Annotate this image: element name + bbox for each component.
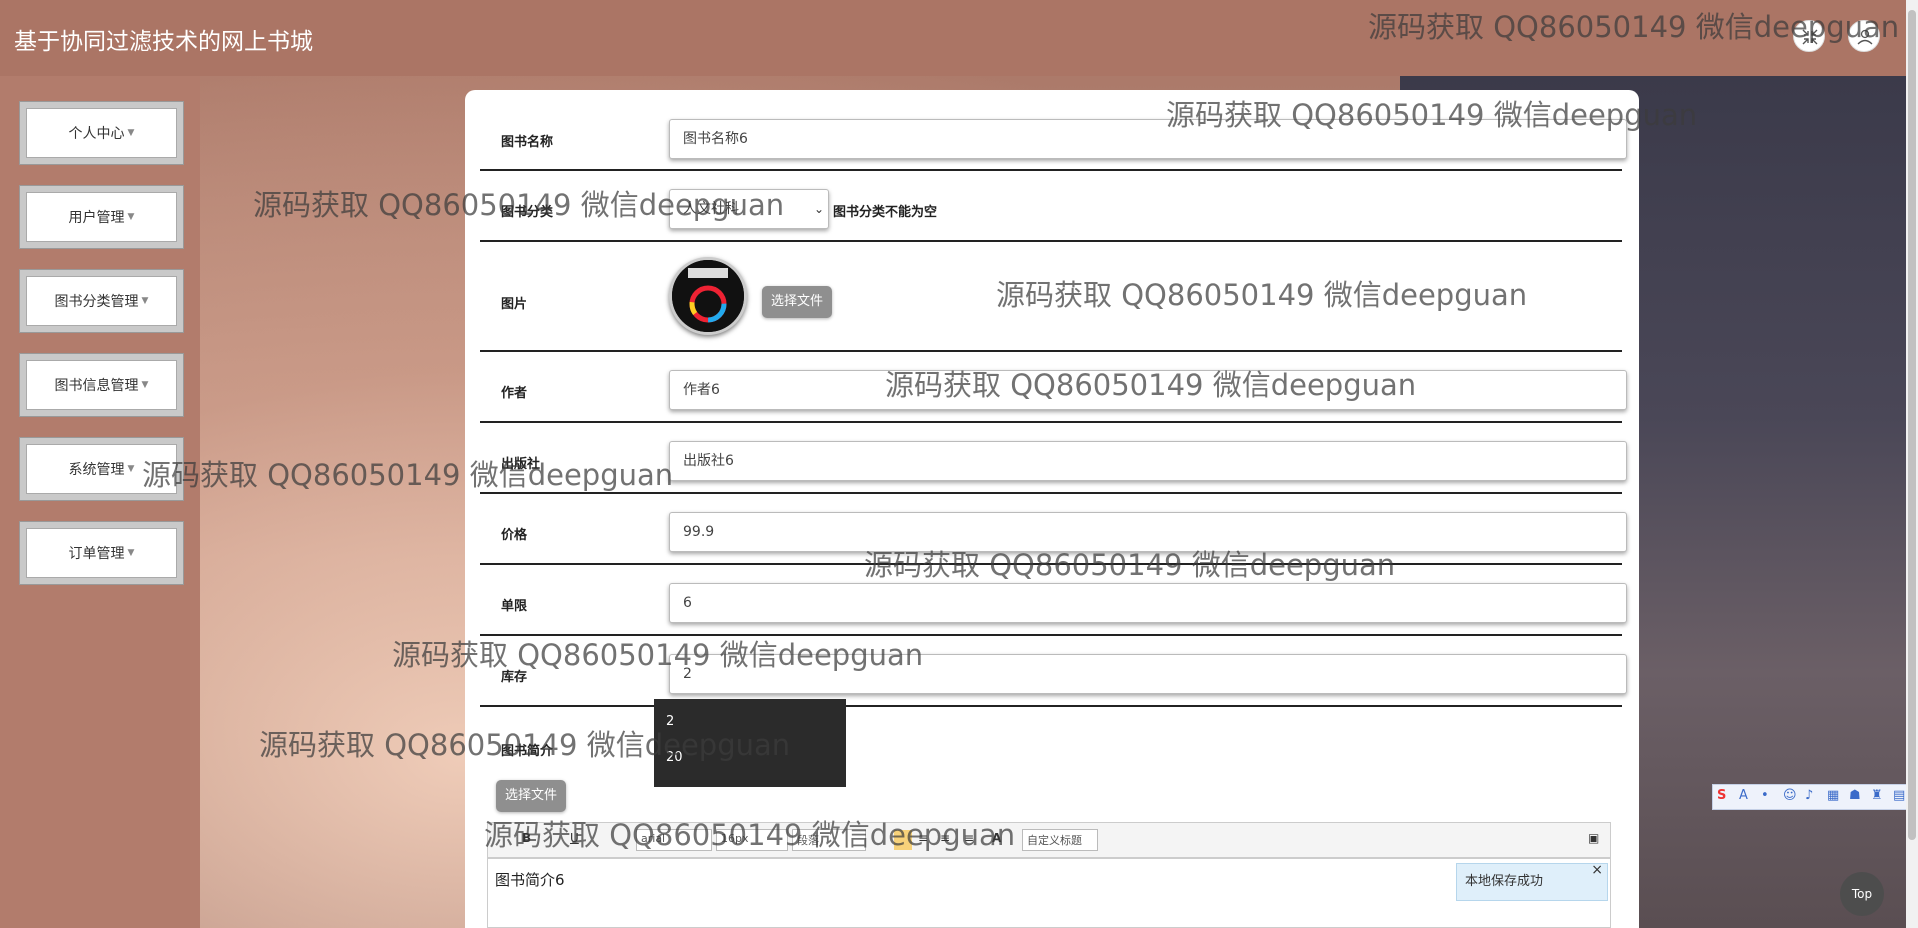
font-color-icon[interactable]: A [992,831,1001,845]
label-intro: 图书简介 [501,744,554,759]
sidebar-item-category-management[interactable]: 图书分类管理 ▼ [20,270,183,332]
row-limit: 单限 6 [480,565,1627,636]
caret-down-icon: ▼ [127,128,135,138]
choose-image-button[interactable]: 选择文件 [762,286,833,318]
price-input[interactable]: 99.9 [669,512,1627,552]
align-right-icon[interactable]: ≡ [964,831,974,845]
autocomplete-option[interactable]: 2 [666,714,834,750]
sogou-icon[interactable]: S [1717,788,1726,803]
ime-user-icon[interactable]: ☗ [1849,788,1861,803]
stock-autocomplete: 2 20 [654,699,846,787]
category-error: 图书分类不能为空 [833,205,938,220]
ime-skin-icon[interactable]: ♜ [1871,788,1883,803]
publisher-input[interactable]: 出版社6 [669,441,1627,481]
paragraph-select[interactable]: 段落 [792,829,866,851]
sidebar-item-personal-center[interactable]: 个人中心 ▼ [20,102,183,164]
book-cover-image [669,257,747,335]
ime-menu-icon[interactable]: ▤ [1893,788,1905,803]
editor-toolbar: B U arial 16px 段落 ≡ ≡ ≡ A 自定义标题 ▣ [487,822,1611,858]
ime-mic-icon[interactable]: ♪ [1805,788,1813,803]
book-name-input[interactable]: 图书名称6 [669,119,1627,159]
sidebar-item-user-management[interactable]: 用户管理 ▼ [20,186,183,248]
autocomplete-option[interactable]: 20 [666,750,834,786]
label-image: 图片 [501,297,528,312]
app-title: 基于协同过滤技术的网上书城 [14,29,313,55]
row-publisher: 出版社 出版社6 [480,423,1627,494]
row-category: 图书分类 人文社科 ⌄ 图书分类不能为空 [480,171,1622,242]
limit-input[interactable]: 6 [669,583,1627,623]
author-input[interactable]: 作者6 [669,370,1627,410]
font-size-select[interactable]: 16px [716,829,788,851]
label-author: 作者 [501,386,528,401]
row-book-name: 图书名称 图书名称6 [480,90,1627,171]
label-book-name: 图书名称 [501,135,554,150]
row-price: 价格 99.9 [480,494,1627,565]
font-family-select[interactable]: arial [636,829,712,851]
caret-down-icon: ▼ [127,212,135,222]
caret-down-icon: ▼ [141,380,149,390]
ime-keyboard-icon[interactable]: ▦ [1827,788,1839,803]
close-icon[interactable]: × [1591,852,1603,888]
fullscreen-exit-icon[interactable] [1793,20,1825,52]
underline-icon[interactable]: U [570,831,579,845]
editor-body[interactable]: 图书简介6 本地保存成功 × [487,858,1611,928]
choose-intro-file-button[interactable]: 选择文件 [496,780,567,812]
save-toast: 本地保存成功 × [1456,862,1608,901]
sidebar-item-order-management[interactable]: 订单管理 ▼ [20,522,183,584]
sidebar-item-book-management[interactable]: 图书信息管理 ▼ [20,354,183,416]
caret-down-icon: ▼ [127,548,135,558]
fullscreen-icon[interactable]: ▣ [1588,831,1599,845]
bold-icon[interactable]: B [522,831,531,845]
back-to-top-button[interactable]: Top [1840,872,1884,916]
sidebar: 个人中心 ▼ 用户管理 ▼ 图书分类管理 ▼ 图书信息管理 ▼ 系统管理 ▼ 订单管理 ▼ [0,76,200,928]
top-bar: 基于协同过滤技术的网上书城 [0,0,1918,76]
custom-title-select[interactable]: 自定义标题 [1022,829,1098,851]
caret-down-icon: ▼ [141,296,149,306]
category-select[interactable]: 人文社科 ⌄ [669,189,829,229]
caret-down-icon: ▼ [127,464,135,474]
label-price: 价格 [501,528,528,543]
ime-toolbar: S A • ☺ ♪ ▦ ☗ ♜ ▤ [1712,784,1918,810]
row-stock: 库存 2 [480,636,1627,707]
align-left-icon[interactable]: ≡ [918,831,928,845]
row-image: 图片 选择文件 [480,242,1622,352]
chevron-down-icon: ⌄ [813,202,824,216]
book-edit-form: 图书名称 图书名称6 图书分类 人文社科 ⌄ 图书分类不能为空 图片 选择文件 … [465,90,1639,928]
row-author: 作者 作者6 [480,352,1627,423]
label-stock: 库存 [501,670,528,685]
user-icon[interactable] [1848,20,1880,52]
label-category: 图书分类 [501,205,554,220]
ime-emoji-icon[interactable]: ☺ [1783,788,1797,803]
align-center-icon[interactable]: ≡ [940,831,950,845]
ime-punct-icon[interactable]: • [1761,788,1769,803]
ime-lang-icon[interactable]: A [1739,788,1748,803]
highlight-icon[interactable] [894,830,912,850]
label-publisher: 出版社 [501,457,541,472]
sidebar-item-system-management[interactable]: 系统管理 ▼ [20,438,183,500]
scrollbar-thumb[interactable] [1908,10,1916,840]
stock-input[interactable]: 2 [669,654,1627,694]
editor-content[interactable]: 图书简介6 [495,869,565,890]
label-limit: 单限 [501,599,528,614]
